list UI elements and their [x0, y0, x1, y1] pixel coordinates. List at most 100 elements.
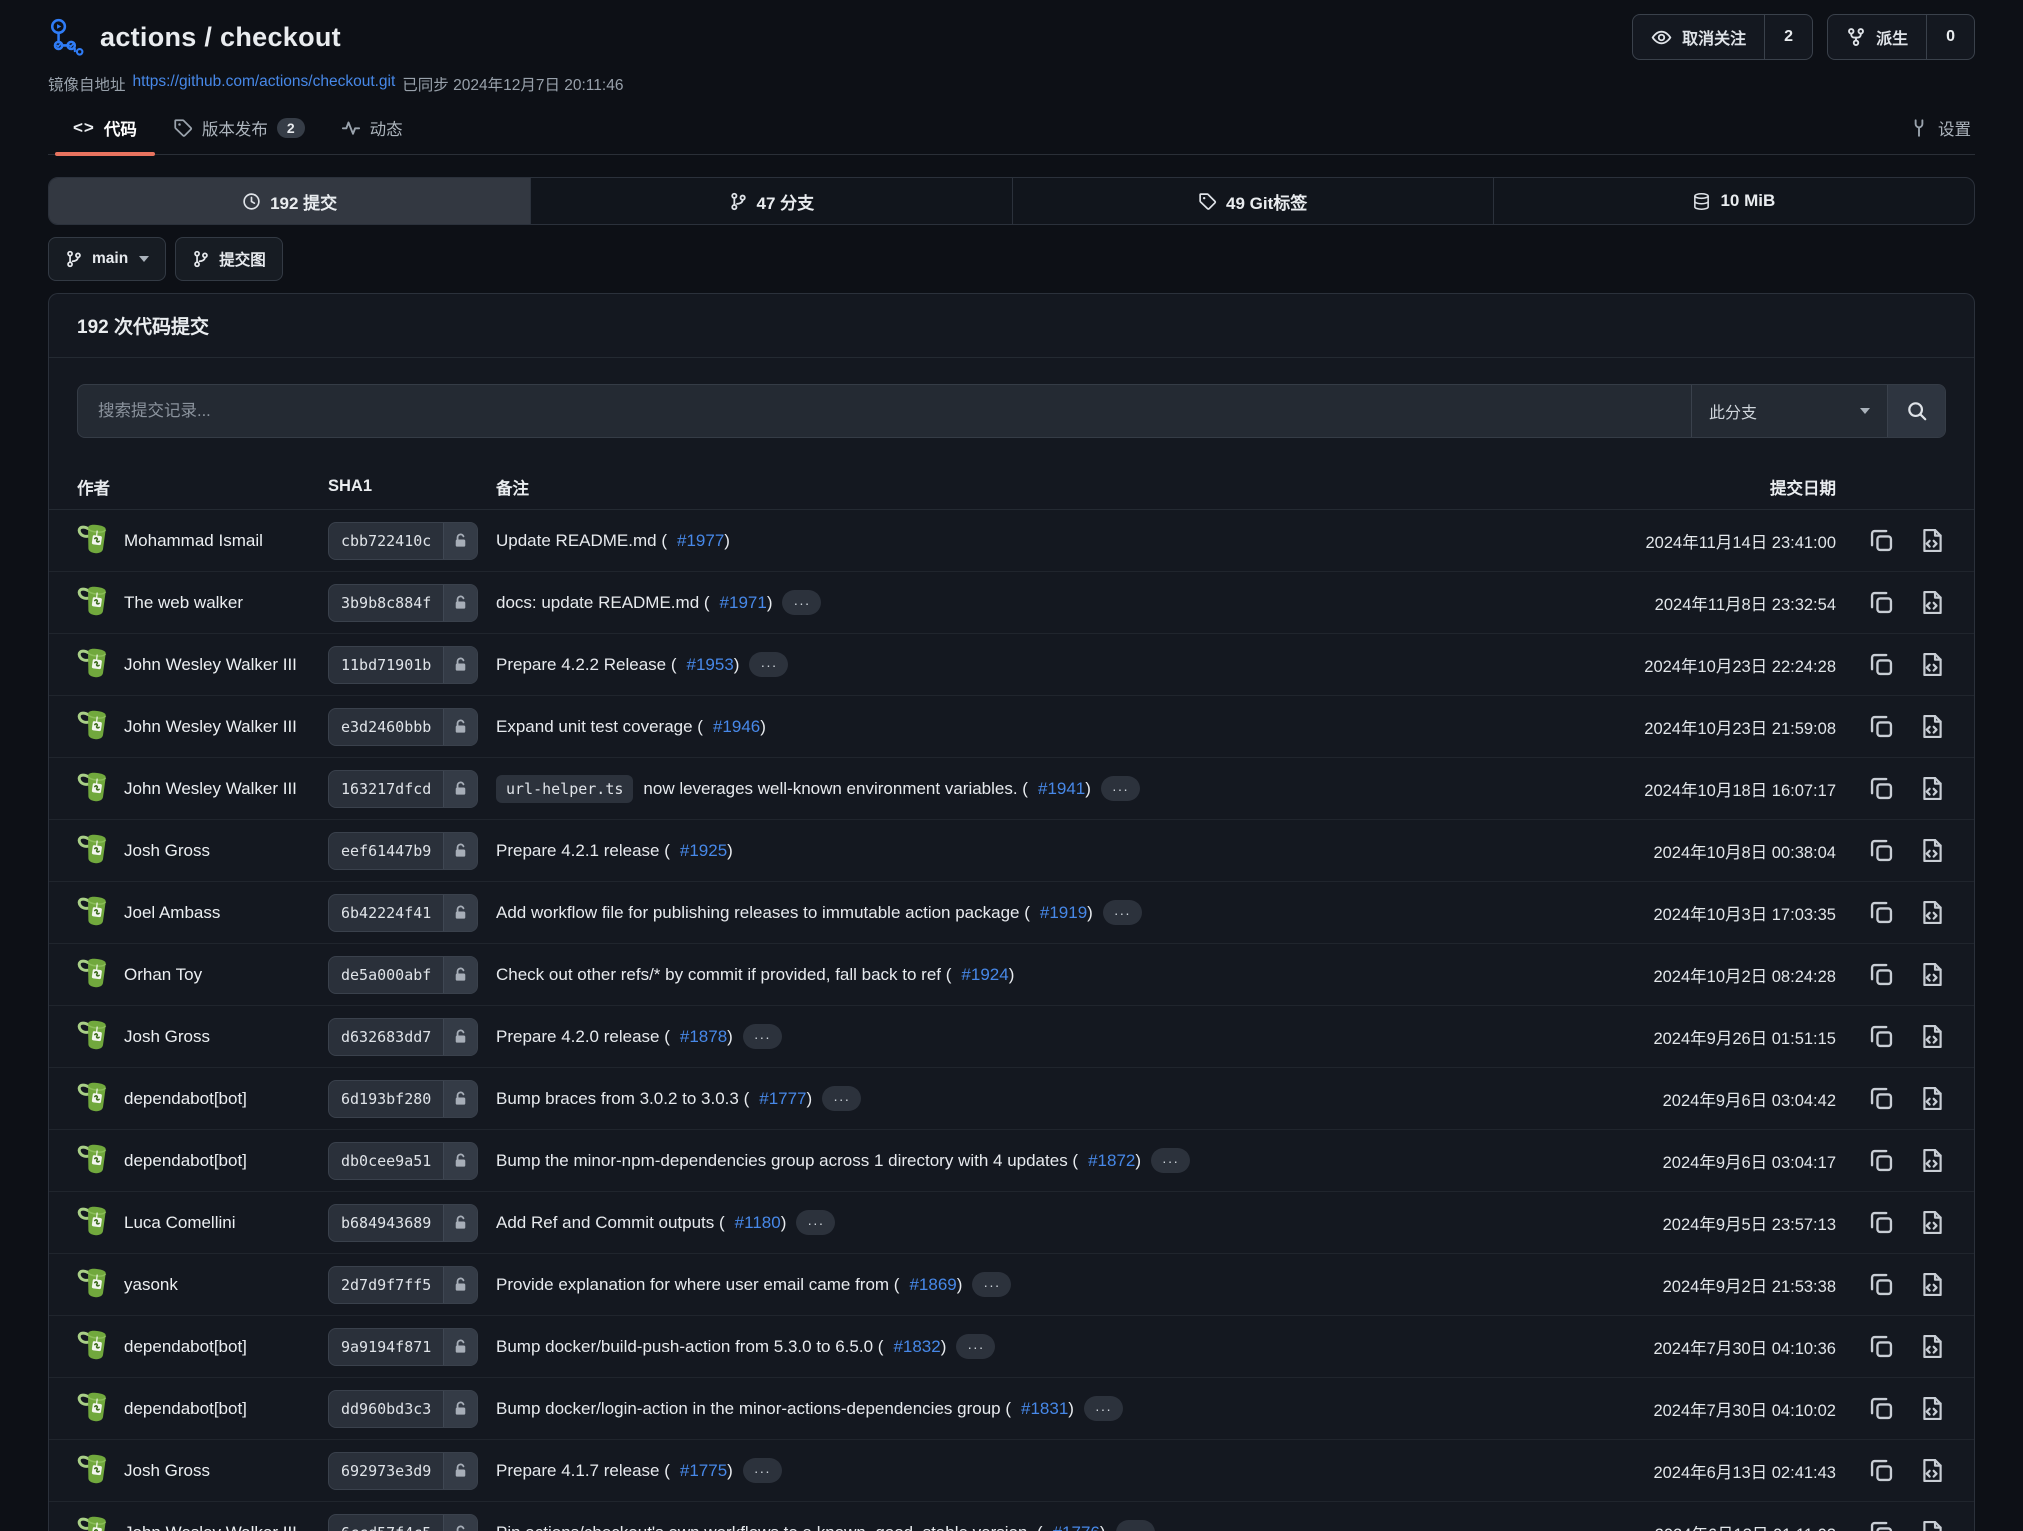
- commit-message[interactable]: Update README.md (: [496, 531, 667, 551]
- commit-sha-button[interactable]: eef61447b9: [328, 832, 478, 870]
- expand-commit-button[interactable]: ···: [782, 590, 821, 615]
- copy-sha-icon[interactable]: [1868, 1209, 1895, 1236]
- browse-source-icon[interactable]: [1919, 961, 1946, 988]
- commit-sha-button[interactable]: 2d7d9f7ff5: [328, 1266, 478, 1304]
- commit-message[interactable]: Bump docker/build-push-action from 5.3.0…: [496, 1337, 883, 1357]
- expand-commit-button[interactable]: ···: [972, 1272, 1011, 1297]
- commit-sha-button[interactable]: 6ccd57f4c5: [328, 1514, 478, 1531]
- expand-commit-button[interactable]: ···: [743, 1024, 782, 1049]
- tab-settings[interactable]: 设置: [1891, 101, 1975, 154]
- commit-sha-button[interactable]: 9a9194f871: [328, 1328, 478, 1366]
- commit-message[interactable]: Provide explanation for where user email…: [496, 1275, 899, 1295]
- avatar[interactable]: [77, 893, 111, 932]
- commit-sha-button[interactable]: dd960bd3c3: [328, 1390, 478, 1428]
- copy-sha-icon[interactable]: [1868, 527, 1895, 554]
- branch-selector[interactable]: main: [48, 237, 166, 281]
- commit-sha-button[interactable]: db0cee9a51: [328, 1142, 478, 1180]
- commit-message[interactable]: Pin actions/checkout's own workflows to …: [496, 1523, 1043, 1531]
- commit-message[interactable]: Prepare 4.2.1 release (: [496, 841, 670, 861]
- commit-message[interactable]: Check out other refs/* by commit if prov…: [496, 965, 951, 985]
- commit-issue-link[interactable]: #1872: [1088, 1151, 1135, 1170]
- tab-code[interactable]: <> 代码: [55, 101, 155, 154]
- avatar[interactable]: [77, 1265, 111, 1304]
- tab-releases[interactable]: 版本发布 2: [155, 101, 323, 154]
- stat-tags[interactable]: 49 Git标签: [1012, 178, 1493, 224]
- expand-commit-button[interactable]: ···: [1103, 900, 1142, 925]
- branch-scope-dropdown[interactable]: 此分支: [1691, 385, 1887, 437]
- browse-source-icon[interactable]: [1919, 1519, 1946, 1531]
- commit-message[interactable]: now leverages well-known environment var…: [643, 779, 1028, 799]
- copy-sha-icon[interactable]: [1868, 1457, 1895, 1484]
- commit-author[interactable]: Mohammad Ismail: [124, 531, 263, 551]
- browse-source-icon[interactable]: [1919, 1023, 1946, 1050]
- browse-source-icon[interactable]: [1919, 1333, 1946, 1360]
- expand-commit-button[interactable]: ···: [749, 652, 788, 677]
- browse-source-icon[interactable]: [1919, 837, 1946, 864]
- browse-source-icon[interactable]: [1919, 1457, 1946, 1484]
- avatar[interactable]: [77, 583, 111, 622]
- commit-sha-button[interactable]: 163217dfcd: [328, 770, 478, 808]
- commit-issue-link[interactable]: #1831: [1021, 1399, 1068, 1418]
- avatar[interactable]: [77, 521, 111, 560]
- watchers-count[interactable]: 2: [1764, 15, 1812, 59]
- commit-message[interactable]: Bump docker/login-action in the minor-ac…: [496, 1399, 1011, 1419]
- commit-sha-button[interactable]: 6b42224f41: [328, 894, 478, 932]
- stat-branches[interactable]: 47 分支: [530, 178, 1011, 224]
- stat-commits[interactable]: 192 提交: [49, 178, 530, 224]
- expand-commit-button[interactable]: ···: [743, 1458, 782, 1483]
- commit-issue-link[interactable]: #1775: [680, 1461, 727, 1480]
- stat-size[interactable]: 10 MiB: [1493, 178, 1974, 224]
- commit-sha-button[interactable]: 6d193bf280: [328, 1080, 478, 1118]
- browse-source-icon[interactable]: [1919, 899, 1946, 926]
- commit-sha-button[interactable]: d632683dd7: [328, 1018, 478, 1056]
- avatar[interactable]: [77, 1203, 111, 1242]
- commit-author[interactable]: yasonk: [124, 1275, 178, 1295]
- commit-issue-link[interactable]: #1777: [759, 1089, 806, 1108]
- commit-issue-link[interactable]: #1832: [893, 1337, 940, 1356]
- commit-sha-button[interactable]: cbb722410c: [328, 522, 478, 560]
- commit-author[interactable]: John Wesley Walker III: [124, 1523, 297, 1531]
- mirror-url-link[interactable]: https://github.com/actions/checkout.git: [133, 73, 396, 95]
- commit-issue-link[interactable]: #1919: [1040, 903, 1087, 922]
- browse-source-icon[interactable]: [1919, 651, 1946, 678]
- commit-author[interactable]: John Wesley Walker III: [124, 717, 297, 737]
- copy-sha-icon[interactable]: [1868, 1271, 1895, 1298]
- commit-author[interactable]: The web walker: [124, 593, 243, 613]
- copy-sha-icon[interactable]: [1868, 1395, 1895, 1422]
- commit-message[interactable]: Bump the minor-npm-dependencies group ac…: [496, 1151, 1078, 1171]
- copy-sha-icon[interactable]: [1868, 589, 1895, 616]
- forks-count[interactable]: 0: [1926, 15, 1974, 59]
- copy-sha-icon[interactable]: [1868, 899, 1895, 926]
- commit-message[interactable]: Prepare 4.2.2 Release (: [496, 655, 677, 675]
- avatar[interactable]: [77, 1079, 111, 1118]
- expand-commit-button[interactable]: ···: [796, 1210, 835, 1235]
- commit-message[interactable]: Prepare 4.1.7 release (: [496, 1461, 670, 1481]
- commit-issue-link[interactable]: #1946: [713, 717, 760, 736]
- commit-issue-link[interactable]: #1180: [735, 1213, 781, 1232]
- page-title[interactable]: actions / checkout: [100, 22, 341, 53]
- expand-commit-button[interactable]: ···: [1116, 1520, 1155, 1531]
- browse-source-icon[interactable]: [1919, 1271, 1946, 1298]
- expand-commit-button[interactable]: ···: [1151, 1148, 1190, 1173]
- fork-button[interactable]: 派生 0: [1827, 14, 1975, 60]
- copy-sha-icon[interactable]: [1868, 775, 1895, 802]
- commit-author[interactable]: dependabot[bot]: [124, 1399, 247, 1419]
- commit-sha-button[interactable]: b684943689: [328, 1204, 478, 1242]
- commit-issue-link[interactable]: #1878: [680, 1027, 727, 1046]
- commit-author[interactable]: Joel Ambass: [124, 903, 220, 923]
- avatar[interactable]: [77, 955, 111, 994]
- commit-author[interactable]: Josh Gross: [124, 1027, 210, 1047]
- expand-commit-button[interactable]: ···: [1084, 1396, 1123, 1421]
- copy-sha-icon[interactable]: [1868, 1085, 1895, 1112]
- copy-sha-icon[interactable]: [1868, 651, 1895, 678]
- unwatch-button[interactable]: 取消关注 2: [1632, 14, 1813, 60]
- avatar[interactable]: [77, 707, 111, 746]
- copy-sha-icon[interactable]: [1868, 1147, 1895, 1174]
- search-input[interactable]: [78, 385, 1691, 437]
- commit-issue-link[interactable]: #1977: [677, 531, 724, 550]
- commit-message[interactable]: Prepare 4.2.0 release (: [496, 1027, 670, 1047]
- commit-message[interactable]: Add workflow file for publishing release…: [496, 903, 1030, 923]
- commit-author[interactable]: Luca Comellini: [124, 1213, 236, 1233]
- commit-message[interactable]: docs: update README.md (: [496, 593, 710, 613]
- avatar[interactable]: [77, 1389, 111, 1428]
